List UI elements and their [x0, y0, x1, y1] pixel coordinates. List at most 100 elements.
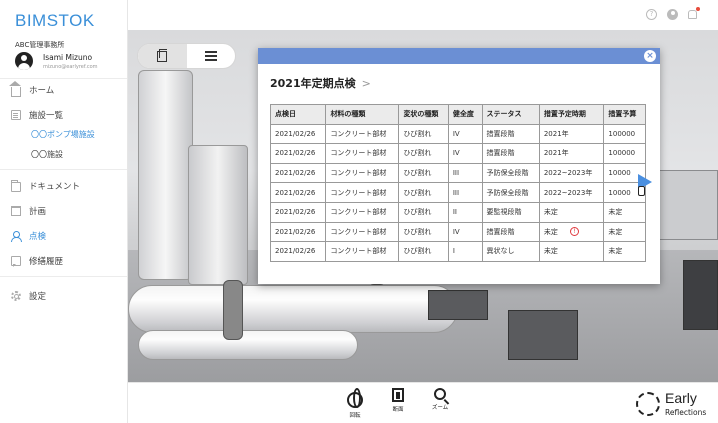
cell-text: コンクリート部材	[330, 208, 387, 217]
cell-text: 2021/02/26	[275, 227, 316, 236]
column-header: 健全度	[447, 104, 483, 125]
table-row[interactable]: 2021/02/26 コンクリート部材 ひび割れ II 要監視段階 未定 未定	[269, 201, 646, 223]
rotate-button[interactable]: 回転	[340, 388, 370, 419]
sidebar-item-label: 〇〇施設	[31, 149, 63, 159]
app-logo[interactable]: BIMSTOK	[15, 11, 95, 31]
user-icon[interactable]	[667, 9, 678, 20]
cell-text: 2021年	[543, 129, 569, 138]
cell-text: 予防保全段階	[486, 188, 529, 197]
table-cell: 2021年	[538, 123, 605, 145]
pipe	[128, 285, 458, 333]
table-row[interactable]: 2021/02/26 コンクリート部材 ひび割れ IV 措置段階 未定! 未定	[269, 221, 646, 243]
bell-icon[interactable]	[688, 7, 700, 19]
sidebar-item-settings[interactable]: 設定	[0, 287, 127, 305]
rotate-label: 回転	[349, 413, 361, 419]
cell-text: IV	[452, 129, 460, 138]
table-cell: 2021/02/26	[269, 143, 327, 164]
table-cell: 要監視段階	[481, 201, 540, 223]
cell-text: 2021/02/26	[275, 247, 316, 256]
table-cell: コンクリート部材	[325, 241, 400, 262]
sidebar-item-pump-facility[interactable]: 〇〇ポンプ場施設	[0, 125, 127, 143]
cell-text: 措置段階	[486, 149, 515, 158]
cell-text: 未定	[543, 208, 558, 217]
panel-title-text: 2021年定期点検	[270, 77, 356, 90]
table-cell: 未定	[603, 241, 646, 262]
table-cell: コンクリート部材	[325, 123, 400, 145]
warning-icon[interactable]: !	[569, 227, 579, 237]
sidebar-item-label: 〇〇ポンプ場施設	[31, 129, 95, 139]
table-cell: I	[447, 241, 483, 262]
sidebar-item-facility[interactable]: 〇〇施設	[0, 145, 127, 163]
cell-text: 2021/02/26	[275, 149, 316, 158]
cell-text: 未定	[543, 247, 558, 256]
table-cell: 2021/02/26	[269, 221, 327, 243]
user-email: mizuno@earlyref.com	[43, 64, 98, 70]
column-header: 点検日	[269, 104, 327, 125]
table-cell: 100000	[603, 143, 646, 164]
home-icon	[9, 81, 21, 97]
cell-text: コンクリート部材	[330, 149, 387, 158]
table-cell: 2021/02/26	[269, 182, 327, 203]
table-cell: コンクリート部材	[325, 201, 400, 223]
sidebar-item-repair-history[interactable]: 修繕履歴	[0, 252, 127, 270]
table-row[interactable]: 2021/02/26 コンクリート部材 ひび割れ IV 措置段階 2021年 100000	[269, 123, 646, 145]
top-bar: ?	[128, 0, 718, 30]
cell-text: 未定	[608, 247, 623, 256]
user-name: Isami Mizuno	[43, 53, 93, 62]
cell-text: ひび割れ	[403, 149, 432, 158]
column-header: ステータス	[481, 104, 540, 125]
cell-text: 異状なし	[486, 247, 515, 256]
cell-text: コンクリート部材	[330, 169, 387, 178]
table-row[interactable]: 2021/02/26 コンクリート部材 ひび割れ I 異状なし 未定 未定	[269, 241, 646, 262]
sidebar-item-label: 点検	[29, 232, 47, 242]
divider	[0, 78, 127, 79]
calendar-icon	[11, 206, 21, 216]
sidebar-item-label: 修繕履歴	[29, 257, 64, 267]
cell-text: コンクリート部材	[330, 227, 387, 236]
panel-title[interactable]: 2021年定期点検 >	[270, 75, 371, 91]
sidebar-item-home[interactable]: ホーム	[0, 81, 127, 99]
section-button[interactable]: 断面	[383, 388, 413, 413]
cell-text: 要監視段階	[486, 208, 522, 217]
zoom-button[interactable]: ズーム	[425, 388, 455, 411]
user-profile[interactable]: Isami Mizuno mizuno@earlyref.com	[15, 51, 127, 73]
table-cell: ひび割れ	[398, 143, 449, 164]
sidebar-item-label: 計画	[29, 207, 47, 217]
table-cell: ひび割れ	[398, 182, 449, 203]
page-icon	[157, 48, 168, 62]
folder-icon	[11, 180, 21, 192]
table-row[interactable]: 2021/02/26 コンクリート部材 ひび割れ III 予防保全段階 2022~2023…	[269, 162, 646, 184]
table-cell: コンクリート部材	[325, 182, 400, 203]
sidebar-item-inspection[interactable]: 点検	[0, 227, 127, 245]
pipe-flange	[223, 280, 243, 340]
inspection-table: 点検日 材料の種類 変状の種類 健全度 ステータス 措置予定時期 措置予算 20…	[269, 104, 646, 262]
equipment-block	[683, 260, 718, 330]
table-row[interactable]: 2021/02/26 コンクリート部材 ひび割れ III 予防保全段階 2022~2023…	[269, 182, 646, 203]
sidebar-item-label: ドキュメント	[29, 182, 81, 192]
inspection-panel: × 2021年定期点検 > 点検日 材料の種類 変状の種類 健全度 ステータス 措…	[258, 48, 660, 284]
cell-text: ひび割れ	[403, 227, 432, 236]
table-cell: IV	[447, 143, 483, 164]
sidebar-item-documents[interactable]: ドキュメント	[0, 177, 127, 195]
table-cell: 未定!	[538, 221, 605, 243]
app-window: BIMSTOK ABC管理事務所 Isami Mizuno mizuno@ear…	[0, 0, 718, 423]
close-icon[interactable]: ×	[644, 50, 656, 62]
help-icon[interactable]: ?	[646, 9, 657, 20]
cell-text: ひび割れ	[403, 188, 432, 197]
list-view-toggle[interactable]	[187, 44, 236, 68]
table-cell: III	[447, 162, 483, 184]
column-header: 材料の種類	[325, 104, 400, 125]
sidebar-item-label: 設定	[29, 292, 47, 302]
column-header: 措置予算	[603, 104, 646, 125]
cell-text: コンクリート部材	[330, 247, 387, 256]
cell-text: ひび割れ	[403, 169, 432, 178]
sidebar-item-plan[interactable]: 計画	[0, 202, 127, 220]
cell-text: II	[452, 208, 457, 217]
sidebar: BIMSTOK ABC管理事務所 Isami Mizuno mizuno@ear…	[0, 0, 128, 423]
table-cell: 予防保全段階	[481, 162, 540, 184]
document-icon	[11, 110, 21, 120]
table-cell: ひび割れ	[398, 201, 449, 223]
sidebar-item-facilities[interactable]: 施設一覧	[0, 106, 127, 124]
table-row[interactable]: 2021/02/26 コンクリート部材 ひび割れ IV 措置段階 2021年 100000	[269, 143, 646, 164]
page-view-toggle[interactable]	[138, 44, 187, 68]
